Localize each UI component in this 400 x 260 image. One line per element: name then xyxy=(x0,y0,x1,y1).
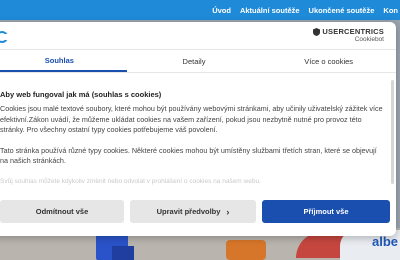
cookiebot-logo-text: Cookiebot xyxy=(354,36,384,43)
customize-button-label: Upravit předvolby xyxy=(156,207,221,216)
consent-paragraph: Tato stránka používá různé typy cookies.… xyxy=(0,145,377,166)
tab-detaily[interactable]: Detaily xyxy=(127,51,262,72)
customize-button[interactable]: Upravit předvolby › xyxy=(130,200,257,223)
cookie-consent-dialog: USERCENTRICS Cookiebot Souhlas Detaily V… xyxy=(0,22,396,236)
hero-brand-text: albe xyxy=(371,234,398,249)
consent-heading: Aby web fungoval jak má (souhlas s cooki… xyxy=(0,90,162,99)
consent-text-area: Aby web fungoval jak má (souhlas s cooki… xyxy=(0,80,384,190)
tab-souhlas[interactable]: Souhlas xyxy=(0,51,127,72)
hero-shape-orange xyxy=(226,240,266,260)
nav-link-kontakt[interactable]: Kon xyxy=(383,6,398,15)
usercentrics-logo-text: USERCENTRICS xyxy=(322,27,384,36)
nav-links: Úvod Aktuální soutěže Ukončené soutěže K… xyxy=(212,0,400,20)
reject-all-button[interactable]: Odmítnout vše xyxy=(0,200,125,223)
site-navbar: Úvod Aktuální soutěže Ukončené soutěže K… xyxy=(0,0,400,20)
chevron-right-icon: › xyxy=(226,206,230,217)
consent-paragraph: Cookies jsou malé textové soubory, které… xyxy=(0,104,383,134)
nav-link-ukoncene-souteze[interactable]: Ukončené soutěže xyxy=(309,6,375,15)
hero-shape-blue-dark xyxy=(112,246,134,260)
dialog-actions: Odmítnout vše Upravit předvolby › Příjmo… xyxy=(0,200,396,236)
tab-vice-o-cookies[interactable]: Více o cookies xyxy=(261,51,396,72)
consent-paragraph-faded: Svůj souhlas můžete kdykoliv změnit nebo… xyxy=(0,177,261,185)
dialog-tabs: Souhlas Detaily Více o cookies xyxy=(0,51,396,73)
usercentrics-logo: USERCENTRICS Cookiebot xyxy=(313,27,384,43)
nav-link-uvod[interactable]: Úvod xyxy=(212,6,231,15)
site-logo-icon xyxy=(0,31,8,43)
nav-link-aktualni-souteze[interactable]: Aktuální soutěže xyxy=(240,6,300,15)
accept-all-button[interactable]: Příjmout vše xyxy=(262,200,390,223)
content-scrollbar[interactable] xyxy=(391,80,394,184)
dialog-header: USERCENTRICS Cookiebot xyxy=(0,22,396,50)
usercentrics-shield-icon xyxy=(313,27,321,36)
